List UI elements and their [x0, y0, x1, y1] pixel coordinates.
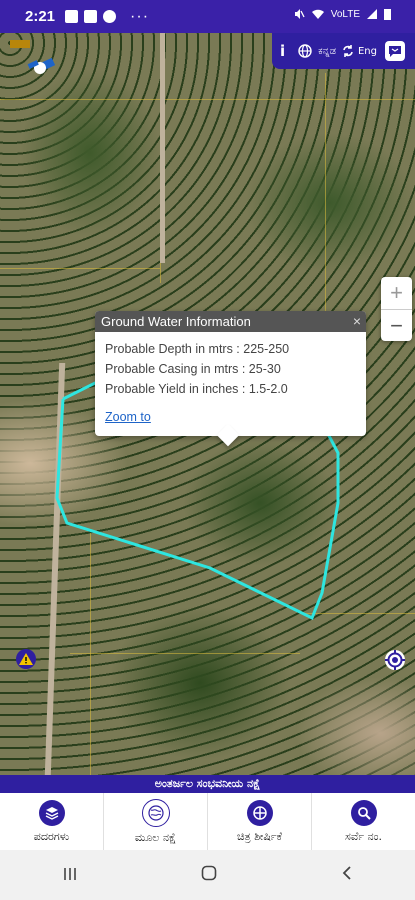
- nav-basemap[interactable]: ಮೂಲ ನಕ್ಷೆ: [104, 793, 208, 850]
- volte-label: VoLTE: [330, 8, 360, 20]
- zoom-in-button[interactable]: +: [381, 277, 412, 310]
- globe-icon[interactable]: [298, 44, 312, 58]
- more-notifications: ···: [130, 7, 150, 25]
- wifi-icon: [311, 9, 324, 19]
- language-swap-icon[interactable]: [341, 44, 355, 58]
- popup-body: Probable Depth in mtrs : 225-250 Probabl…: [95, 332, 366, 424]
- nav-basemap-label: ಮೂಲ ನಕ್ಷೆ: [134, 830, 177, 844]
- language-english-button[interactable]: Eng: [358, 46, 377, 57]
- mute-icon: [294, 9, 305, 19]
- nav-legend[interactable]: ಚಿತ್ರ ಶೀರ್ಷಿಕೆ: [208, 793, 312, 850]
- bottom-navigation: ಪದರಗಳು ಮೂಲ ನಕ್ಷೆ ಚಿತ್ರ ಶೀರ್ಷಿಕೆ ಸರ್ವೆ ನಂ…: [0, 793, 415, 850]
- back-icon[interactable]: [341, 865, 353, 886]
- ground-water-popup: Ground Water Information × Probable Dept…: [95, 311, 366, 447]
- system-status-icons: VoLTE: [293, 8, 391, 20]
- popup-close-button[interactable]: ×: [353, 311, 361, 332]
- basemap-icon: [141, 798, 170, 827]
- popup-title: Ground Water Information: [101, 314, 251, 329]
- nav-survey-label: ಸರ್ವೆ ನಂ.: [344, 829, 383, 843]
- notification-icons: ···: [65, 8, 149, 26]
- chat-icon[interactable]: [384, 41, 405, 61]
- zoom-out-button[interactable]: −: [381, 310, 412, 342]
- layers-icon: [38, 799, 65, 826]
- probable-depth-text: Probable Depth in mtrs : 225-250: [105, 342, 290, 356]
- app-logo: [10, 40, 56, 74]
- nav-legend-label: ಚಿತ್ರ ಶೀರ್ಷಿಕೆ: [237, 829, 282, 843]
- zoom-to-link[interactable]: Zoom to: [105, 410, 151, 424]
- map-title-bar: ಅಂತರ್ಜಲ ಸಂಭವನೀಯ ನಕ್ಷೆ: [0, 775, 415, 793]
- status-bar: 2:21 ··· VoLTE: [0, 0, 415, 33]
- popup-header: Ground Water Information ×: [95, 311, 366, 332]
- search-icon: [350, 799, 377, 826]
- warning-icon[interactable]: [16, 649, 36, 669]
- top-toolbar: i ಕನ್ನಡ Eng: [272, 33, 415, 69]
- recent-apps-icon[interactable]: [62, 865, 78, 886]
- gallery-notification-icon: [65, 10, 79, 23]
- info-button[interactable]: i: [280, 42, 285, 60]
- home-icon[interactable]: [201, 865, 217, 886]
- nav-layers-label: ಪದರಗಳು: [33, 829, 70, 843]
- signal-icon: [367, 9, 377, 19]
- nav-survey-search[interactable]: ಸರ್ವೆ ನಂ.: [312, 793, 415, 850]
- probable-casing-text: Probable Casing in mtrs : 25-30: [105, 362, 281, 376]
- system-navigation-bar: [0, 850, 415, 900]
- language-kannada-button[interactable]: ಕನ್ನಡ: [318, 46, 336, 57]
- status-time: 2:21: [25, 8, 56, 25]
- probable-yield-text: Probable Yield in inches : 1.5-2.0: [105, 382, 288, 396]
- whatsapp-notification-icon: [103, 10, 117, 23]
- image-notification-icon: [84, 10, 98, 23]
- legend-icon: [246, 799, 273, 826]
- battery-icon: [384, 9, 391, 20]
- my-location-icon[interactable]: [384, 649, 406, 671]
- zoom-control: + −: [381, 277, 412, 341]
- nav-layers[interactable]: ಪದರಗಳು: [0, 793, 104, 850]
